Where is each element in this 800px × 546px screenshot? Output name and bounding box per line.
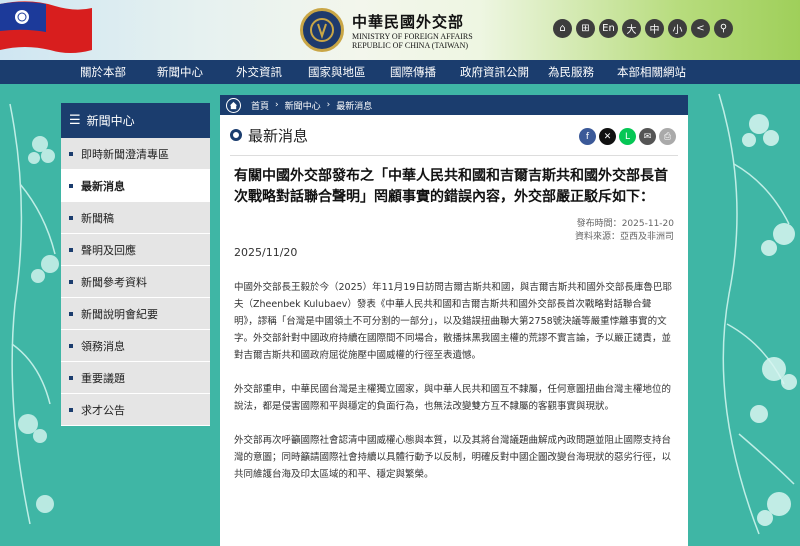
sidebar-item-jobs[interactable]: 求才公告	[61, 394, 210, 426]
bullet-icon	[69, 215, 73, 220]
logo-title-zh: 中華民國外交部	[352, 12, 465, 31]
sitemap-icon[interactable]: ⊞	[576, 19, 595, 38]
sidebar-item-label: 新聞說明會紀要	[81, 307, 158, 321]
sidebar-title: 新聞中心	[86, 114, 135, 128]
roc-flag-icon	[0, 1, 92, 54]
line-icon[interactable]: L	[619, 128, 636, 145]
sidebar: ☰ 新聞中心 即時新聞澄清專區 最新消息 新聞稿 聲明及回應 新聞參考資料 新聞…	[61, 103, 210, 426]
print-icon[interactable]: ⎙	[659, 128, 676, 145]
main-content: 首頁 › 新聞中心 › 最新消息 最新消息 f ✕ L ✉ ⎙ 有關中國外交部發…	[220, 95, 688, 546]
publish-time-row: 發布時間：2025-11-20	[220, 218, 674, 231]
nav-item-diplomacy[interactable]: 外交資訊	[236, 60, 282, 84]
breadcrumb-separator: ›	[275, 100, 279, 110]
sidebar-item-label: 新聞參考資料	[81, 275, 147, 289]
sidebar-item-label: 最新消息	[81, 179, 125, 193]
home-icon[interactable]	[226, 97, 241, 113]
font-large-button[interactable]: 大	[622, 19, 641, 38]
home-icon[interactable]: ⌂	[553, 19, 572, 38]
search-icon[interactable]: ⚲	[714, 19, 733, 38]
main-nav: 關於本部 新聞中心 外交資訊 國家與地區 國際傳播 政府資訊公開 為民服務 本部…	[0, 60, 800, 84]
nav-item-related-sites[interactable]: 本部相關網站	[617, 60, 686, 84]
bullet-icon	[69, 343, 73, 348]
bullet-icon	[69, 151, 73, 156]
sidebar-item-issues[interactable]: 重要議題	[61, 362, 210, 394]
article-paragraph: 外交部再次呼籲國際社會認清中國威權心態與本質，以及其將台灣議題曲解成內政問題並阻…	[234, 435, 672, 480]
sidebar-item-label: 重要議題	[81, 371, 125, 385]
nav-item-international[interactable]: 國際傳播	[390, 60, 436, 84]
sidebar-item-label: 即時新聞澄清專區	[81, 147, 169, 161]
sidebar-item-consular[interactable]: 領務消息	[61, 330, 210, 362]
sidebar-item-clarification[interactable]: 即時新聞澄清專區	[61, 138, 210, 170]
facebook-icon[interactable]: f	[579, 128, 596, 145]
left-flower-decoration-icon	[9, 103, 59, 525]
nav-item-about[interactable]: 關於本部	[80, 60, 126, 84]
logo-title-en-2: REPUBLIC OF CHINA (TAIWAN)	[352, 40, 469, 50]
menu-icon: ☰	[69, 113, 81, 128]
bullet-icon	[69, 247, 73, 252]
nav-item-news[interactable]: 新聞中心	[157, 60, 203, 84]
article-paragraph: 外交部重申，中華民國台灣是主權獨立國家，與中華人民共和國互不隸屬，任何意圖扭曲台…	[234, 384, 672, 412]
section-title: 最新消息	[248, 126, 309, 145]
sidebar-item-label: 聲明及回應	[81, 243, 136, 257]
share-icon[interactable]: <	[691, 19, 710, 38]
right-flower-decoration-icon	[718, 93, 797, 535]
header-tools: ⌂ ⊞ En 大 中 小 < ⚲	[553, 19, 733, 38]
font-small-button[interactable]: 小	[668, 19, 687, 38]
source-row: 資料來源：亞西及非洲司	[220, 231, 674, 244]
bullet-icon	[69, 375, 73, 380]
sidebar-item-latest-news[interactable]: 最新消息	[61, 170, 210, 202]
article-paragraph: 中國外交部長王毅於今（2025）年11月19日訪問吉爾吉斯共和國，與吉爾吉斯共和…	[234, 282, 672, 361]
bullet-icon	[69, 183, 73, 188]
sidebar-item-briefings[interactable]: 新聞說明會紀要	[61, 298, 210, 330]
sidebar-item-reference[interactable]: 新聞參考資料	[61, 266, 210, 298]
email-icon[interactable]: ✉	[639, 128, 656, 145]
site-header: 中華民國外交部 MINISTRY OF FOREIGN AFFAIRS REPU…	[0, 0, 800, 60]
publish-time-value: 2025-11-20	[621, 219, 674, 229]
sidebar-item-label: 求才公告	[81, 403, 125, 417]
site-logo[interactable]: 中華民國外交部 MINISTRY OF FOREIGN AFFAIRS REPU…	[300, 4, 473, 56]
article-title: 有關中國外交部發布之「中華人民共和國和吉爾吉斯共和國外交部長首次戰略對話聯合聲明…	[234, 168, 668, 205]
breadcrumb-news-center[interactable]: 新聞中心	[285, 99, 321, 112]
publish-time-label: 發布時間：	[576, 219, 622, 229]
share-bar: f ✕ L ✉ ⎙	[579, 128, 676, 145]
bullet-icon	[69, 311, 73, 316]
logo-title-en-1: MINISTRY OF FOREIGN AFFAIRS	[352, 31, 473, 41]
nav-item-services[interactable]: 為民服務	[548, 60, 594, 84]
mofa-seal-icon	[300, 8, 344, 52]
breadcrumb-home[interactable]: 首頁	[251, 99, 269, 112]
section-header: 最新消息 f ✕ L ✉ ⎙	[220, 115, 688, 155]
article-date: 2025/11/20	[234, 246, 298, 259]
sidebar-item-statements[interactable]: 聲明及回應	[61, 234, 210, 266]
font-medium-button[interactable]: 中	[645, 19, 664, 38]
source-label: 資料來源：	[574, 232, 620, 242]
bullet-icon	[69, 407, 73, 412]
sidebar-item-label: 新聞稿	[81, 211, 114, 225]
nav-item-countries[interactable]: 國家與地區	[308, 60, 366, 84]
breadcrumb-separator: ›	[326, 100, 331, 110]
sidebar-item-label: 領務消息	[81, 339, 125, 353]
breadcrumb-latest-news[interactable]: 最新消息	[336, 99, 372, 112]
article-meta: 發布時間：2025-11-20 資料來源：亞西及非洲司	[220, 218, 688, 244]
sidebar-header: ☰ 新聞中心	[61, 103, 210, 138]
x-icon[interactable]: ✕	[599, 128, 616, 145]
title-bullet-icon	[230, 129, 242, 141]
breadcrumb: 首頁 › 新聞中心 › 最新消息	[220, 95, 688, 115]
english-button[interactable]: En	[599, 19, 618, 38]
sidebar-item-press-release[interactable]: 新聞稿	[61, 202, 210, 234]
source-value: 亞西及非洲司	[619, 232, 674, 242]
nav-item-gov-info[interactable]: 政府資訊公開	[460, 60, 529, 84]
bullet-icon	[69, 279, 73, 284]
